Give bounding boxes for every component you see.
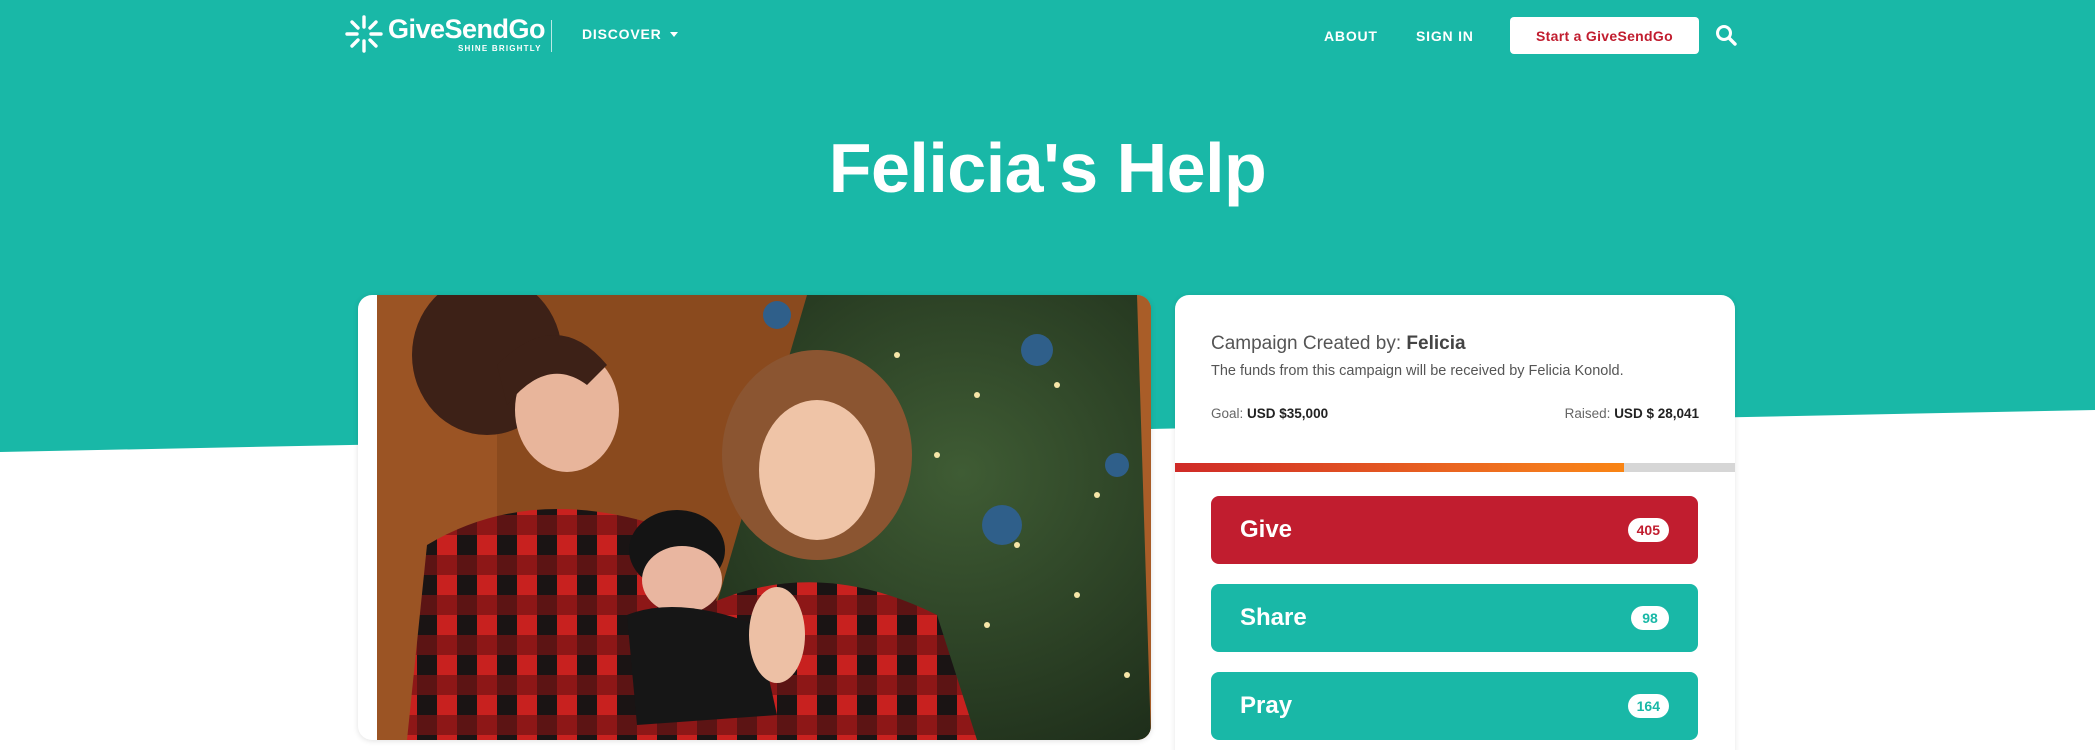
campaign-photo xyxy=(377,295,1151,740)
logo-text: GiveSendGo SHINE BRIGHTLY xyxy=(388,13,546,53)
discover-label: DISCOVER xyxy=(582,26,662,42)
raised-label: Raised: xyxy=(1564,406,1615,421)
share-count-badge: 98 xyxy=(1631,606,1669,630)
logo-tagline: SHINE BRIGHTLY xyxy=(458,43,542,53)
funding-progress-fill xyxy=(1175,463,1624,472)
funding-progress-bar xyxy=(1175,463,1735,472)
search-icon[interactable] xyxy=(1715,24,1737,46)
goal-amount: Goal: USD $35,000 xyxy=(1211,406,1328,421)
campaign-page: GiveSendGo SHINE BRIGHTLY DISCOVER ABOUT… xyxy=(0,0,2095,750)
sunburst-logo-icon xyxy=(345,15,383,53)
funds-recipient-note: The funds from this campaign will be rec… xyxy=(1211,363,1624,379)
start-campaign-button[interactable]: Start a GiveSendGo xyxy=(1510,17,1699,54)
discover-menu[interactable]: DISCOVER xyxy=(582,26,678,42)
about-link[interactable]: ABOUT xyxy=(1324,28,1378,44)
nav-divider xyxy=(551,20,552,52)
campaign-title: Felicia's Help xyxy=(828,129,1267,207)
raised-amount: Raised: USD $ 28,041 xyxy=(1565,406,1699,421)
raised-value: USD $ 28,041 xyxy=(1614,406,1699,421)
top-navigation: GiveSendGo SHINE BRIGHTLY DISCOVER ABOUT… xyxy=(0,0,2095,72)
brand-logo[interactable]: GiveSendGo SHINE BRIGHTLY xyxy=(344,13,546,54)
campaign-info-card: Campaign Created by: Felicia The funds f… xyxy=(1175,295,1735,750)
caret-down-icon xyxy=(669,31,678,37)
share-label: Share xyxy=(1240,604,1307,631)
pray-label: Pray xyxy=(1240,692,1293,719)
give-label: Give xyxy=(1240,516,1293,543)
created-by-label: Campaign Created by: xyxy=(1211,333,1407,354)
give-button[interactable]: Give 405 xyxy=(1211,496,1698,564)
pray-button[interactable]: Pray 164 xyxy=(1211,672,1698,740)
goal-value: USD $35,000 xyxy=(1247,406,1329,421)
goal-label: Goal: xyxy=(1211,406,1248,421)
logo-name: GiveSendGo xyxy=(388,13,546,44)
campaign-photo-card xyxy=(358,295,1151,740)
share-button[interactable]: Share 98 xyxy=(1211,584,1698,652)
sign-in-link[interactable]: SIGN IN xyxy=(1416,28,1474,44)
give-count-badge: 405 xyxy=(1627,518,1669,542)
campaign-creator: Campaign Created by: Felicia xyxy=(1211,333,1466,355)
pray-count-badge: 164 xyxy=(1627,694,1669,718)
creator-name[interactable]: Felicia xyxy=(1406,333,1465,354)
